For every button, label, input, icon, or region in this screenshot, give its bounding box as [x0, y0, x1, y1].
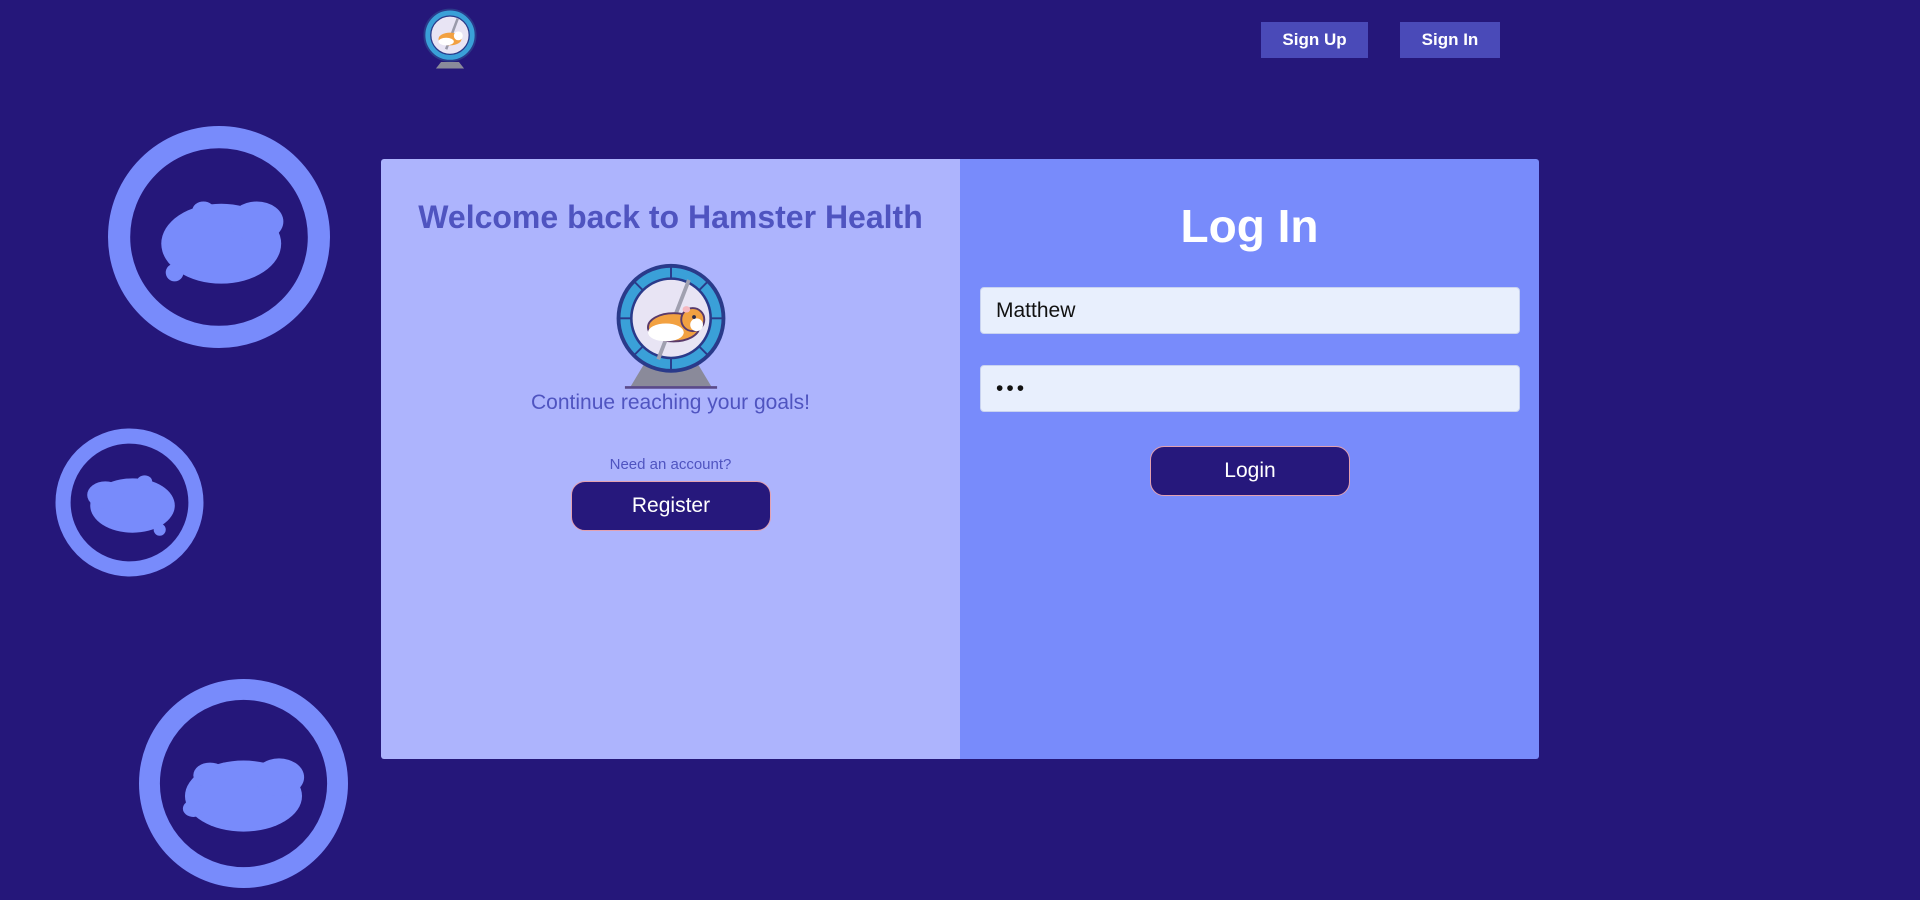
welcome-panel: Welcome back to Hamster Health Continue …	[381, 159, 960, 759]
hamster-wheel-silhouette-icon	[139, 679, 348, 888]
hamster-wheel-icon	[616, 263, 726, 389]
hamster-wheel-silhouette-icon	[108, 126, 330, 348]
page: Sign Up Sign In Welcome back to Hamster …	[0, 0, 1920, 900]
password-input[interactable]	[980, 365, 1520, 412]
hamster-wheel-logo-icon[interactable]	[418, 6, 482, 72]
login-button[interactable]: Login	[1150, 446, 1350, 496]
need-account-text: Need an account?	[609, 456, 732, 473]
login-title: Log In	[1180, 200, 1319, 252]
username-input[interactable]	[980, 287, 1520, 334]
sign-in-button[interactable]: Sign In	[1400, 22, 1500, 58]
register-button[interactable]: Register	[571, 481, 771, 531]
hamster-wheel-silhouette-icon	[55, 428, 204, 577]
tagline: Continue reaching your goals!	[530, 391, 810, 414]
login-card: Welcome back to Hamster Health Continue …	[381, 159, 1539, 759]
welcome-title: Welcome back to Hamster Health	[418, 199, 923, 235]
sign-up-button[interactable]: Sign Up	[1261, 22, 1368, 58]
